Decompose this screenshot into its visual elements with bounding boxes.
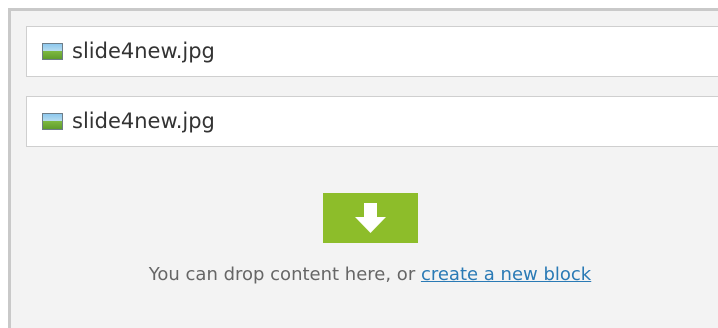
drop-zone-text: You can drop content here, or [148,264,421,285]
content-area-panel: slide4new.jpg slide4new.jpg You can drop… [8,8,718,328]
image-file-icon [42,113,63,130]
image-file-icon [42,43,63,60]
content-item-filename: slide4new.jpg [72,39,215,63]
create-new-block-link[interactable]: create a new block [421,264,591,285]
content-item-slide4new[interactable]: slide4new.jpg [26,26,718,77]
drop-zone-message: You can drop content here, or create a n… [11,264,718,285]
content-item-slide4new[interactable]: slide4new.jpg [26,96,718,147]
content-item-filename: slide4new.jpg [72,109,215,133]
down-arrow-icon [323,193,418,243]
